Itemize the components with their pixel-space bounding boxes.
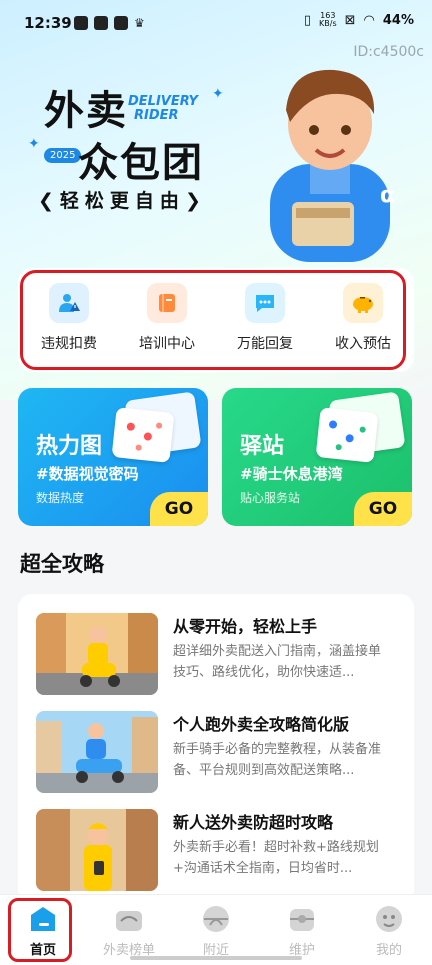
map-thumbnail	[315, 407, 379, 463]
guide-thumbnail	[36, 711, 158, 793]
guide-thumbnail	[36, 809, 158, 891]
nav-rankings[interactable]: 外卖榜单	[86, 901, 172, 958]
guide-title: 个人跑外卖全攻略简化版	[173, 715, 350, 734]
quick-item-universal-reply[interactable]: 万能回复	[220, 283, 310, 353]
nav-maintenance[interactable]: 维护	[259, 901, 345, 958]
guide-item[interactable]: 从零开始，轻松上手 超详细外卖配送入门指南，涵盖接单技巧、路线优化，助你快速适.…	[36, 613, 406, 697]
guide-thumbnail	[36, 613, 158, 695]
heatmap-go-button[interactable]: GO	[150, 492, 208, 526]
station-card[interactable]: 驿站 #骑士休息港湾 贴心服务站 GO	[222, 388, 412, 526]
status-bar: 12:39 ♛ ▯ 163 KB/s ⊠ ◠ 44%	[0, 0, 432, 48]
slogan-text: 轻松更自由	[59, 190, 185, 212]
station-title: 驿站	[240, 434, 285, 459]
hero-tagline-en: DELIVERY RIDER	[128, 95, 198, 123]
heatmap-card[interactable]: 热力图 #数据视觉密码 数据热度 GO	[18, 388, 208, 526]
guide-desc: 新手骑手必备的完整教程，从装备准备、平台规则到高效配送策略...	[173, 742, 382, 778]
hero-title-line2: 众包团	[78, 140, 204, 186]
heatmap-title: 热力图	[36, 434, 103, 459]
bracket-right-icon: ❯	[184, 190, 207, 212]
profile-icon	[373, 903, 405, 935]
guide-item[interactable]: 新人送外卖防超时攻略 外卖新手必看！超时补救+路线规划+沟通话术全指南，日均省时…	[36, 809, 406, 893]
courier-illustration: α	[270, 69, 395, 262]
battery-level: 44%	[382, 12, 414, 28]
guide-title: 新人送外卖防超时攻略	[173, 813, 334, 832]
mail-notification-icon	[94, 16, 108, 30]
bracket-left-icon: ❮	[38, 190, 60, 212]
net-speed-unit: KB/s	[319, 19, 337, 28]
piggy-bank-icon	[343, 283, 383, 323]
quick-item-label: 培训中心	[139, 336, 195, 352]
guides-section-title: 超全攻略	[20, 552, 104, 576]
gesture-bar	[130, 956, 302, 960]
map-thumbnail	[111, 407, 175, 463]
wifi-icon: ◠	[363, 12, 375, 28]
svg-text:α: α	[380, 183, 395, 208]
status-time: 12:39	[24, 14, 72, 32]
quick-item-label: 万能回复	[237, 336, 293, 352]
nav-home-highlight	[8, 898, 72, 962]
sparkle-icon: ✦	[212, 86, 224, 102]
book-icon	[147, 283, 187, 323]
net-speed: 163 KB/s	[319, 12, 337, 28]
quick-item-income-estimate[interactable]: 收入预估	[318, 283, 408, 353]
heatmap-subtitle: #数据视觉密码	[36, 465, 139, 483]
guide-title: 从零开始，轻松上手	[173, 617, 318, 636]
hero-tagline-en-1: DELIVERY	[128, 94, 198, 109]
guide-desc: 超详细外卖配送入门指南，涵盖接单技巧、路线优化，助你快速适...	[173, 644, 382, 680]
vibrate-icon: ▯	[303, 12, 312, 28]
hero-slogan: ❮轻松更自由❯	[38, 186, 207, 213]
sim-icon: ⊠	[344, 12, 356, 28]
nearby-icon	[200, 903, 232, 935]
station-subtitle: #骑士休息港湾	[240, 465, 343, 483]
maintenance-icon	[286, 903, 318, 935]
heatmap-desc: 数据热度	[36, 491, 85, 505]
nav-nearby[interactable]: 附近	[173, 901, 259, 958]
quick-item-training-center[interactable]: 培训中心	[122, 283, 212, 353]
status-right: ▯ 163 KB/s ⊠ ◠ 44%	[304, 12, 414, 28]
guide-desc: 外卖新手必看！超时补救+路线规划+沟通话术全指南，日均省时...	[173, 840, 379, 876]
quick-item-label: 收入预估	[335, 336, 391, 352]
warning-person-icon	[49, 283, 89, 323]
sparkle-icon: ✦	[28, 136, 40, 152]
crown-notification-icon: ♛	[134, 16, 145, 30]
year-badge: 2025	[44, 148, 82, 163]
quick-item-label: 违规扣费	[41, 336, 97, 352]
nav-profile[interactable]: 我的	[346, 901, 432, 958]
app-notification-icon	[74, 16, 88, 30]
ranking-icon	[113, 903, 145, 935]
station-desc: 贴心服务站	[240, 491, 301, 505]
video-notification-icon	[114, 16, 128, 30]
hero-tagline-en-2: RIDER	[134, 108, 179, 123]
guide-item[interactable]: 个人跑外卖全攻略简化版 新手骑手必备的完整教程，从装备准备、平台规则到高效配送策…	[36, 711, 406, 795]
station-go-button[interactable]: GO	[354, 492, 412, 526]
notification-icons: ♛	[74, 16, 148, 30]
chat-bubble-icon	[245, 283, 285, 323]
hero-title-line1: 外卖	[44, 88, 128, 134]
quick-item-violation-fees[interactable]: 违规扣费	[24, 283, 114, 353]
nav-label: 我的	[375, 943, 402, 958]
